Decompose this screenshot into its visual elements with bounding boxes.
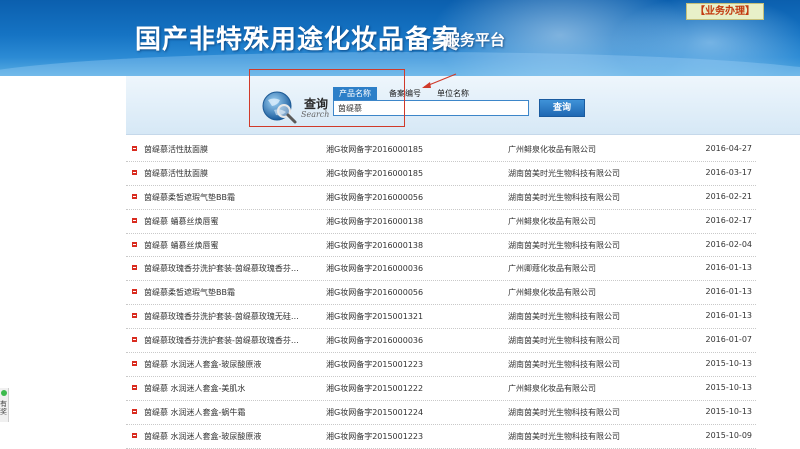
table-row[interactable]: 茵缇慕玫瑰香芬洗护套装-茵缇慕玫瑰香芬… 湘G妆网备字2016000036 广州… (126, 257, 756, 282)
company-name: 湖南茵美时光生物科技有限公司 (508, 168, 620, 178)
company-name: 湖南茵美时光生物科技有限公司 (508, 407, 620, 417)
table-row[interactable]: 茵缇慕 水润迷人套盒-玻尿酸原液 湘G妆网备字2015001223 湖南茵美时光… (126, 353, 756, 377)
company-name: 广州鲱泉化妆品有限公司 (508, 288, 596, 298)
search-button[interactable]: 查询 (539, 99, 585, 117)
product-name[interactable]: 茵缇慕 水润迷人套盒-蜗牛霜 (144, 407, 245, 418)
search-input[interactable] (333, 100, 529, 116)
company-name: 广州卿蔻化妆品有限公司 (508, 264, 596, 274)
tab-product-name[interactable]: 产品名称 (333, 87, 377, 100)
bullet-icon (132, 384, 137, 390)
registration-number: 湘G妆网备字2015001223 (326, 360, 424, 370)
record-date: 2016-04-27 (705, 144, 753, 153)
record-date: 2016-02-04 (705, 239, 753, 249)
company-name: 湖南茵美时光生物科技有限公司 (508, 192, 620, 202)
product-name[interactable]: 茵缇慕活性肽面膜 (144, 144, 208, 155)
registration-number: 湘G妆网备字2015001223 (326, 431, 424, 441)
annotation-arrow-icon (422, 73, 457, 88)
company-name: 湖南茵美时光生物科技有限公司 (508, 240, 620, 250)
bullet-icon (132, 169, 137, 175)
record-date: 2015-10-13 (705, 406, 753, 416)
registration-number: 湘G妆网备字2016000185 (326, 168, 424, 178)
bullet-icon (132, 432, 137, 438)
table-row[interactable]: 茵缇慕 水润迷人套盒-蜗牛霜 湘G妆网备字2015001224 湖南茵美时光生物… (126, 401, 756, 425)
registration-number: 湘G妆网备字2016000056 (326, 288, 424, 298)
bullet-icon (132, 313, 137, 319)
table-row[interactable]: 茵缇慕 水润迷人套盒-玻尿酸原液 湘G妆网备字2015001223 湖南茵美时光… (126, 425, 756, 449)
bullet-icon (132, 408, 137, 414)
record-date: 2016-01-13 (705, 263, 753, 273)
record-date: 2016-01-13 (705, 311, 753, 321)
company-name: 湖南茵美时光生物科技有限公司 (508, 312, 620, 322)
company-name: 湖南茵美时光生物科技有限公司 (508, 431, 620, 441)
record-date: 2016-02-17 (705, 215, 753, 225)
record-date: 2016-01-07 (705, 335, 753, 345)
company-name: 广州鲱泉化妆品有限公司 (508, 383, 596, 393)
product-name[interactable]: 茵缇慕 水润迷人套盒-玻尿酸原液 (144, 359, 261, 370)
search-logo-sublabel: Search (301, 110, 330, 119)
product-name[interactable]: 茵缇慕 水润迷人套盒-美肌水 (144, 383, 245, 394)
table-row[interactable]: 茵缇慕 蛹慕丝焕唇蜜 湘G妆网备字2016000138 广州鲱泉化妆品有限公司 … (126, 210, 756, 234)
record-date: 2015-10-09 (705, 430, 753, 440)
record-date: 2015-10-13 (705, 382, 753, 392)
product-name[interactable]: 茵缇慕活性肽面膜 (144, 168, 208, 179)
bullet-icon (132, 217, 137, 223)
registration-number: 湘G妆网备字2016000036 (326, 336, 424, 346)
floating-side-widget[interactable]: 有奖 (0, 388, 9, 422)
record-date: 2016-01-13 (705, 287, 753, 297)
record-date: 2016-03-17 (705, 167, 753, 177)
product-name[interactable]: 茵缇慕玫瑰香芬洗护套装-茵缇慕玫瑰香芬… (144, 335, 299, 346)
bullet-icon (132, 146, 137, 151)
registration-number: 湘G妆网备字2016000056 (326, 192, 424, 202)
company-name: 湖南茵美时光生物科技有限公司 (508, 360, 620, 370)
registration-number: 湘G妆网备字2016000138 (326, 216, 424, 226)
page-subtitle: 服务平台 (445, 31, 506, 49)
product-name[interactable]: 茵缇慕柔皙遮瑕气垫BB霜 (144, 192, 235, 203)
company-name: 广州鲱泉化妆品有限公司 (508, 145, 596, 154)
table-row[interactable]: 茵缇慕活性肽面膜 湘G妆网备字2016000185 广州鲱泉化妆品有限公司 20… (126, 138, 756, 162)
registration-number: 湘G妆网备字2015001321 (326, 312, 424, 322)
service-link[interactable]: 【业务办理】 (686, 3, 764, 20)
results-list: 茵缇慕活性肽面膜 湘G妆网备字2016000185 广州鲱泉化妆品有限公司 20… (126, 138, 756, 449)
bullet-icon (132, 289, 137, 295)
magnifier-globe-icon (262, 91, 297, 124)
product-name[interactable]: 茵缇慕 蛹慕丝焕唇蜜 (144, 240, 219, 251)
product-name[interactable]: 茵缇慕玫瑰香芬洗护套装-茵缇慕玫瑰无硅… (144, 311, 299, 322)
header-banner: 国产非特殊用途化妆品备案 服务平台 【业务办理】 (0, 0, 800, 76)
bullet-icon (132, 193, 137, 199)
registration-number: 湘G妆网备字2016000138 (326, 240, 424, 250)
bullet-icon (132, 337, 137, 343)
registration-number: 湘G妆网备字2015001224 (326, 407, 424, 417)
table-row[interactable]: 茵缇慕柔皙遮瑕气垫BB霜 湘G妆网备字2016000056 湖南茵美时光生物科技… (126, 186, 756, 210)
bullet-icon (132, 241, 137, 247)
registration-number: 湘G妆网备字2015001222 (326, 383, 424, 393)
product-name[interactable]: 茵缇慕 水润迷人套盒-玻尿酸原液 (144, 431, 261, 442)
record-date: 2016-02-21 (705, 191, 753, 201)
online-status-icon (1, 390, 7, 396)
bullet-icon (132, 361, 137, 367)
table-row[interactable]: 茵缇慕柔皙遮瑕气垫BB霜 湘G妆网备字2016000056 广州鲱泉化妆品有限公… (126, 281, 756, 306)
table-row[interactable]: 茵缇慕玫瑰香芬洗护套装-茵缇慕玫瑰香芬… 湘G妆网备字2016000036 湖南… (126, 329, 756, 354)
table-row[interactable]: 茵缇慕玫瑰香芬洗护套装-茵缇慕玫瑰无硅… 湘G妆网备字2015001321 湖南… (126, 305, 756, 330)
company-name: 湖南茵美时光生物科技有限公司 (508, 336, 620, 346)
side-widget-label: 有奖 (0, 400, 7, 416)
product-name[interactable]: 茵缇慕玫瑰香芬洗护套装-茵缇慕玫瑰香芬… (144, 263, 299, 274)
table-row[interactable]: 茵缇慕 水润迷人套盒-美肌水 湘G妆网备字2015001222 广州鲱泉化妆品有… (126, 377, 756, 401)
page-title: 国产非特殊用途化妆品备案 (135, 25, 460, 55)
registration-number: 湘G妆网备字2016000036 (326, 264, 424, 274)
table-row[interactable]: 茵缇慕 蛹慕丝焕唇蜜 湘G妆网备字2016000138 湖南茵美时光生物科技有限… (126, 234, 756, 258)
table-row[interactable]: 茵缇慕活性肽面膜 湘G妆网备字2016000185 湖南茵美时光生物科技有限公司… (126, 162, 756, 186)
product-name[interactable]: 茵缇慕 蛹慕丝焕唇蜜 (144, 216, 219, 227)
company-name: 广州鲱泉化妆品有限公司 (508, 216, 596, 226)
bullet-icon (132, 265, 137, 271)
registration-number: 湘G妆网备字2016000185 (326, 145, 424, 154)
product-name[interactable]: 茵缇慕柔皙遮瑕气垫BB霜 (144, 287, 235, 298)
record-date: 2015-10-13 (705, 359, 753, 369)
